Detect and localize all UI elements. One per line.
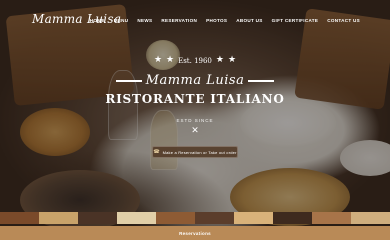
- nav-menu[interactable]: MENU: [114, 18, 129, 23]
- nav-home[interactable]: HOME: [90, 18, 105, 23]
- crossed-utensils-icon: ✕: [191, 125, 199, 135]
- star-icon: ★: [227, 55, 237, 65]
- reservations-label: Reservations: [179, 230, 211, 236]
- hero-branding: ★ ★ Est. 1960 ★ ★ Mamma Luisa RISTORANTE…: [95, 56, 295, 136]
- flag-bar-left: [115, 79, 142, 82]
- reservation-button[interactable]: ☎ Make a Reservation or Take out order: [152, 146, 238, 158]
- thumbnail-image: [312, 212, 351, 224]
- tagline: ESTD SINCE: [176, 118, 214, 123]
- top-navigation: Mamma Luisa HOME MENU NEWS RESERVATION P…: [0, 0, 390, 40]
- nav-news[interactable]: NEWS: [137, 18, 152, 23]
- thumbnail-image: [234, 212, 273, 224]
- thumbnail-image: [78, 212, 117, 224]
- star-icon: ★: [215, 55, 224, 65]
- flag-bar-right: [248, 79, 275, 82]
- established-text: Est. 1960: [178, 56, 212, 65]
- reservation-button-label: Make a Reservation or Take out order: [162, 149, 237, 155]
- nav-reservation[interactable]: RESERVATION: [161, 18, 197, 23]
- thumbnail-image: [0, 212, 39, 224]
- thumbnail-image: [195, 212, 234, 224]
- thumbnail-image: [156, 212, 195, 224]
- thumbnail-image: [351, 212, 390, 224]
- established-row: ★ ★ Est. 1960 ★ ★: [95, 56, 295, 65]
- star-icon: ★: [166, 55, 175, 65]
- script-name: Mamma Luisa: [145, 73, 245, 88]
- reservations-bar[interactable]: Reservations: [0, 226, 390, 240]
- star-icon: ★: [153, 55, 163, 65]
- thumbnail-image: [117, 212, 156, 224]
- nav-gift-certificate[interactable]: GIFT CERTIFICATE: [272, 18, 319, 23]
- thumbnail-strip: [0, 212, 390, 224]
- main-menu: HOME MENU NEWS RESERVATION PHOTOS ABOUT …: [90, 18, 360, 23]
- restaurant-name: RISTORANTE ITALIANO: [105, 92, 285, 106]
- nav-about-us[interactable]: ABOUT US: [236, 18, 262, 23]
- nav-photos[interactable]: PHOTOS: [206, 18, 227, 23]
- script-name-row: Mamma Luisa: [95, 73, 295, 88]
- thumbnail-image: [273, 212, 312, 224]
- phone-icon: ☎: [153, 149, 160, 155]
- thumbnail-image: [39, 212, 78, 224]
- nav-contact-us[interactable]: CONTACT US: [327, 18, 360, 23]
